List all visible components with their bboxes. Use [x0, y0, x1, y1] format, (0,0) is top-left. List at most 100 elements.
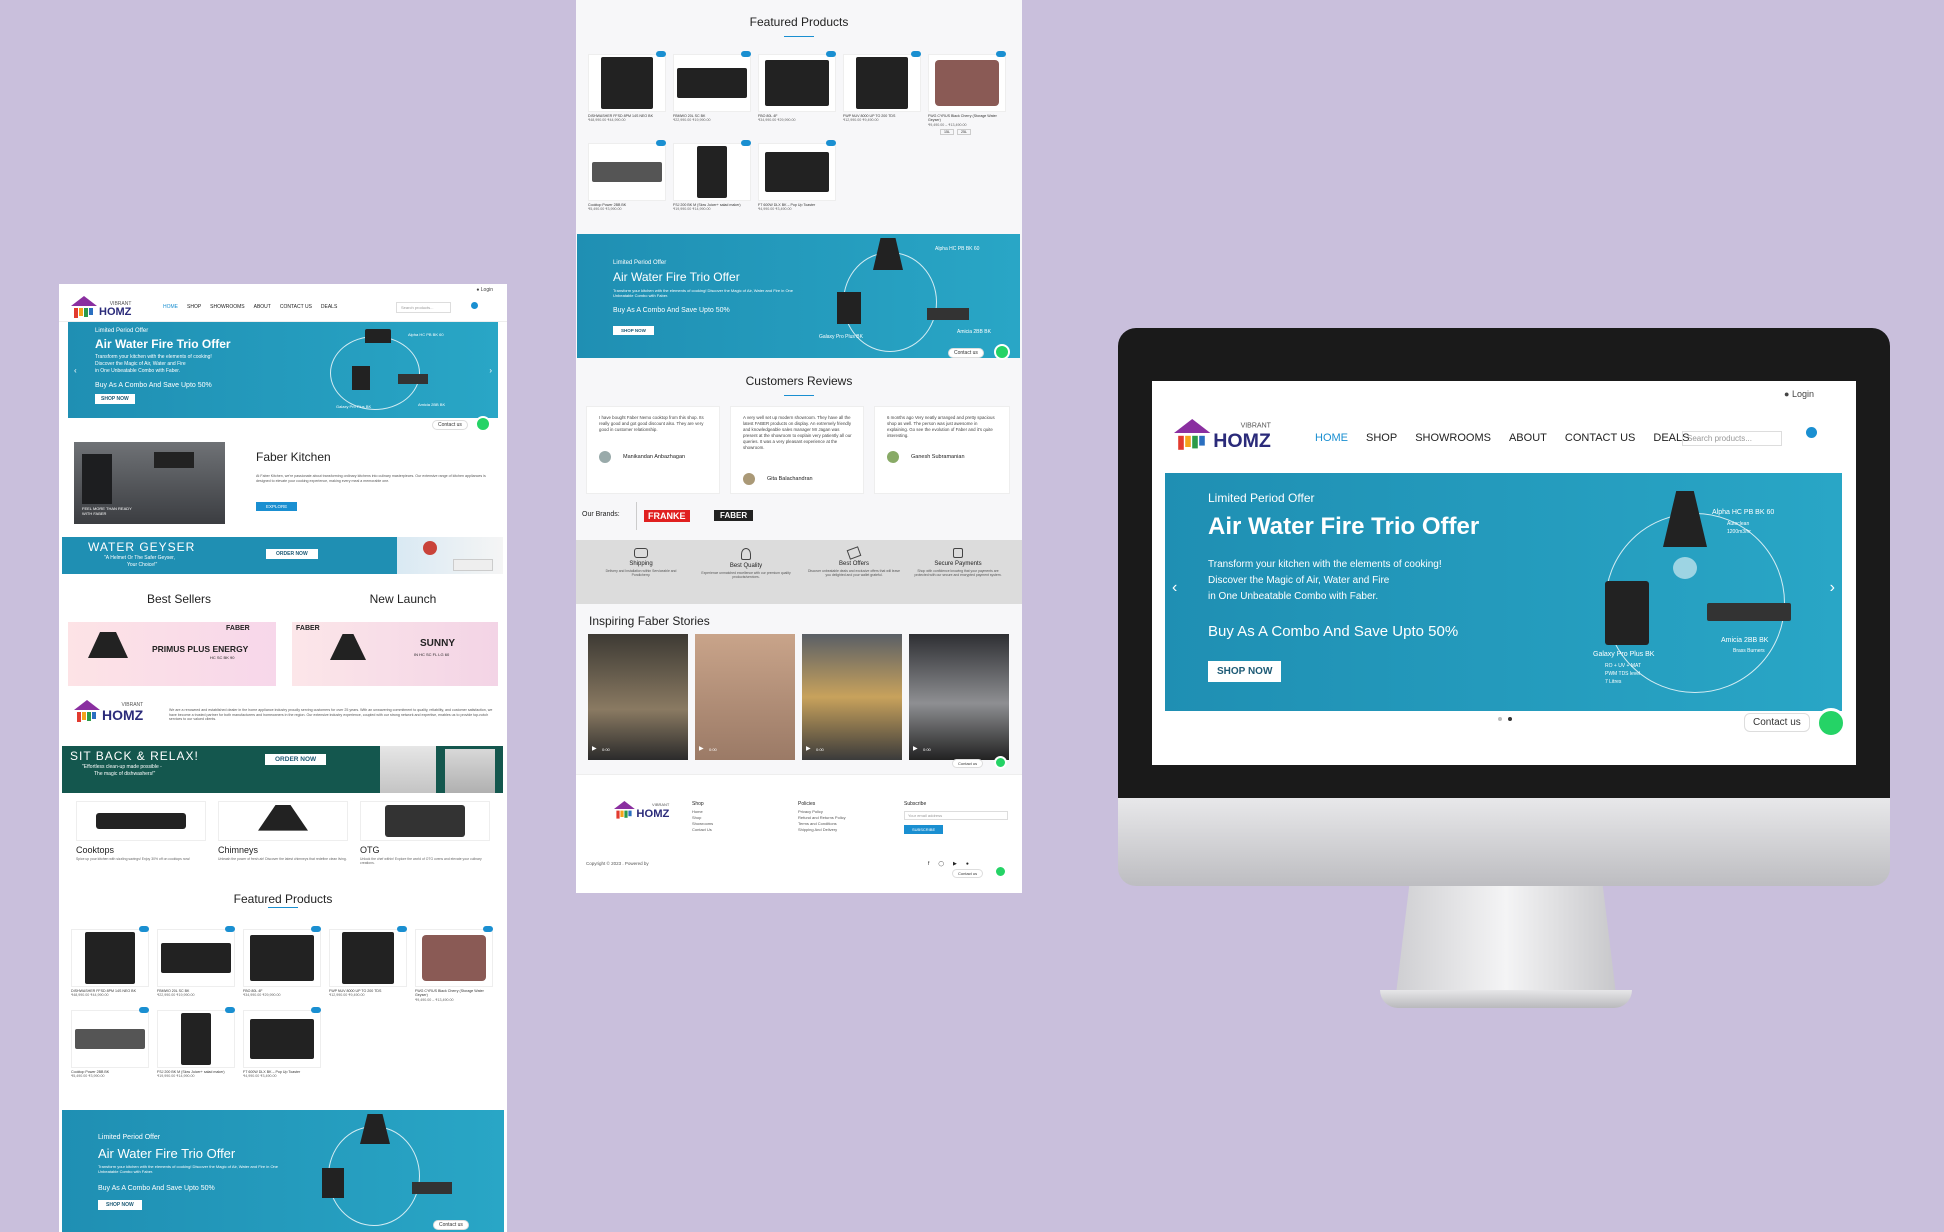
product-card[interactable]: FWP NUV 8000 UP TO 200 TDS ₹12,990.00 ₹9,… — [843, 51, 921, 135]
cat-desc-chimneys: Unleash the power of fresh air! Discover… — [218, 857, 347, 861]
footer-link-contact[interactable]: Contact Us — [692, 827, 713, 833]
tag-icon — [846, 546, 862, 560]
product-card[interactable]: FWP NUV 8000 UP TO 200 TDS ₹12,990.00 ₹9,… — [329, 926, 407, 1002]
youtube-icon[interactable]: ▶ — [953, 861, 957, 867]
faber-logo[interactable]: FABER — [714, 510, 754, 521]
nav-contact[interactable]: CONTACT US — [280, 304, 312, 310]
center-shop-now-button[interactable]: SHOP NOW — [613, 326, 654, 335]
search-input[interactable]: Search products... — [396, 302, 451, 313]
bottom-shop-now-button[interactable]: SHOP NOW — [98, 1200, 142, 1210]
screen-whatsapp-icon[interactable] — [1816, 708, 1846, 738]
screen-logo[interactable]: VIBRANT HOMZ — [1174, 419, 1271, 450]
carousel-dot-active[interactable] — [1508, 717, 1512, 721]
variant-15l[interactable]: 15L — [940, 128, 954, 135]
product-card[interactable]: FBMWO 20L SC BK ₹22,990.00 ₹19,990.00 — [673, 51, 751, 135]
product-card[interactable]: FBO 80L 4F ₹34,990.00 ₹29,990.00 — [758, 51, 836, 135]
product-card[interactable]: DISHWASHER FFSD 8PM 14S NEO BK ₹48,990.00… — [588, 51, 666, 135]
product-card[interactable]: FWG CYRUS Black Cherry (Storage Water Ge… — [415, 926, 493, 1002]
explore-button[interactable]: EXPLORE — [256, 502, 298, 511]
video-time: 0:00 — [923, 747, 931, 752]
play-icon[interactable]: ▶ — [913, 745, 918, 752]
screen-nav-shop[interactable]: SHOP — [1366, 432, 1397, 444]
whatsapp-icon[interactable] — [475, 416, 491, 432]
footer-whatsapp-icon[interactable] — [994, 865, 1007, 878]
subscribe-email-input[interactable]: Your email address — [904, 811, 1008, 820]
carousel-dot[interactable] — [1498, 717, 1502, 721]
cooktop-image — [76, 801, 206, 841]
order-now-button[interactable]: ORDER NOW — [266, 549, 318, 559]
category-chimneys[interactable]: Chimneys Unleash the power of fresh air!… — [218, 801, 348, 865]
play-icon[interactable]: ▶ — [699, 745, 704, 752]
screen-nav-contact[interactable]: CONTACT US — [1565, 432, 1636, 444]
category-cooktops[interactable]: Cooktops Spice up your kitchen with sizz… — [76, 801, 206, 865]
login-link[interactable]: ● Login — [476, 287, 493, 293]
product-card[interactable]: FT 600W DLX BK – Pop Up Toaster ₹4,990.00… — [243, 1006, 321, 1078]
featured-title-center: Featured Products — [749, 15, 849, 29]
prev-arrow-icon[interactable]: ‹ — [74, 366, 77, 375]
product-price: ₹22,990.00 ₹19,990.00 — [157, 993, 195, 998]
subscribe-button[interactable]: SUBSCRIBE — [904, 825, 944, 834]
screen-search-icon[interactable] — [1806, 427, 1817, 438]
nav-about[interactable]: ABOUT — [254, 304, 271, 310]
product-card[interactable]: FBO 80L 4F ₹34,990.00 ₹29,990.00 — [243, 926, 321, 1002]
screen-nav-home[interactable]: HOME — [1315, 432, 1348, 444]
footer-contact-us-button[interactable]: Contact us — [952, 869, 984, 878]
logo[interactable]: VIBRANT HOMZ — [71, 296, 131, 318]
hero-banner: Limited Period Offer Air Water Fire Trio… — [68, 322, 498, 418]
product-card[interactable]: FSJ 200 BK M (Slow Juicer+ salad maker) ₹… — [157, 1006, 235, 1078]
instagram-icon[interactable]: ◯ — [938, 861, 944, 867]
promo-sunny[interactable]: FABER SUNNY IN HC SC FL LG 60 — [292, 622, 498, 686]
franke-logo[interactable]: FRANKE — [644, 510, 690, 522]
story-video[interactable]: ▶ 0:00 — [588, 634, 688, 760]
nav-deals[interactable]: DEALS — [321, 304, 337, 310]
video-time: 0:00 — [602, 747, 610, 752]
center-contact-us-button[interactable]: Contact us — [948, 348, 984, 358]
dishwasher-order-button[interactable]: ORDER NOW — [265, 754, 327, 765]
product-card[interactable]: FWG CYRUS Black Cherry (Storage Water Ge… — [928, 51, 1006, 135]
story-video[interactable]: ▶ 0:00 — [909, 634, 1009, 760]
screen-contact-us-button[interactable]: Contact us — [1744, 713, 1810, 732]
screen-shop-now-button[interactable]: SHOP NOW — [1208, 661, 1282, 682]
shop-now-button[interactable]: SHOP NOW — [95, 394, 135, 404]
promo-left-sub: HC SC BK 90 — [210, 655, 235, 660]
screen-prev-arrow-icon[interactable]: ‹ — [1172, 579, 1177, 597]
story-video[interactable]: ▶ 0:00 — [802, 634, 902, 760]
product-card[interactable]: FBMWO 20L SC BK ₹22,990.00 ₹19,990.00 — [157, 926, 235, 1002]
product-card[interactable]: FT 600W DLX BK – Pop Up Toaster ₹4,990.00… — [758, 139, 836, 211]
play-icon[interactable]: ▶ — [806, 745, 811, 752]
screen-nav-about[interactable]: ABOUT — [1509, 432, 1547, 444]
variant-25l[interactable]: 25L — [957, 128, 971, 135]
category-otg[interactable]: OTG Unlock the chef within! Explore the … — [360, 801, 490, 865]
review-card: 6 months ago Very neatly arranged and pr… — [874, 406, 1010, 494]
contact-us-button[interactable]: Contact us — [432, 420, 468, 430]
product-card[interactable]: Cooktop Power 2BB BK ₹5,490.00 ₹3,990.00 — [588, 139, 666, 211]
facebook-icon[interactable]: f — [928, 861, 929, 867]
product-price: ₹48,990.00 ₹44,990.00 — [588, 118, 626, 123]
bottom-contact-us-button[interactable]: Contact us — [433, 1220, 469, 1230]
pinterest-icon[interactable]: ● — [966, 861, 969, 867]
screen-login-link[interactable]: ● Login — [1784, 389, 1814, 399]
promo-primus[interactable]: FABER PRIMUS PLUS ENERGY HC SC BK 90 — [68, 622, 276, 686]
login-label: Login — [480, 287, 493, 293]
product-card[interactable]: Cooktop Power 2BB BK ₹5,490.00 ₹3,990.00 — [71, 1006, 149, 1078]
center-whatsapp-icon[interactable] — [994, 344, 1010, 360]
product-card[interactable]: FSJ 200 BK M (Slow Juicer+ salad maker) ₹… — [673, 139, 751, 211]
nav-showrooms[interactable]: SHOWROOMS — [210, 304, 244, 310]
footer-link-refund[interactable]: Refund and Returns Policy — [798, 815, 846, 821]
play-icon[interactable]: ▶ — [592, 745, 597, 752]
nav-home[interactable]: HOME — [163, 304, 178, 310]
next-arrow-icon[interactable]: › — [489, 366, 492, 375]
feature-shipping: Shipping Delivery and Installation withi… — [596, 548, 686, 577]
stories-contact-us-button[interactable]: Contact us — [952, 759, 984, 768]
story-video[interactable]: ▶ 0:00 — [695, 634, 795, 760]
features-strip: Shipping Delivery and Installation withi… — [576, 540, 1022, 604]
footer-link-showrooms[interactable]: Showrooms — [692, 821, 713, 827]
stories-whatsapp-icon[interactable] — [994, 756, 1007, 769]
nav-shop[interactable]: SHOP — [187, 304, 201, 310]
product-card[interactable]: DISHWASHER FFSD 8PM 14S NEO BK ₹48,990.00… — [71, 926, 149, 1002]
search-icon[interactable] — [471, 302, 478, 309]
screen-next-arrow-icon[interactable]: › — [1830, 579, 1835, 597]
footer-link-shipping[interactable]: Shipping And Delivery — [798, 827, 846, 833]
screen-search-input[interactable]: Search products... — [1682, 431, 1782, 446]
screen-nav-showrooms[interactable]: SHOWROOMS — [1415, 432, 1491, 444]
